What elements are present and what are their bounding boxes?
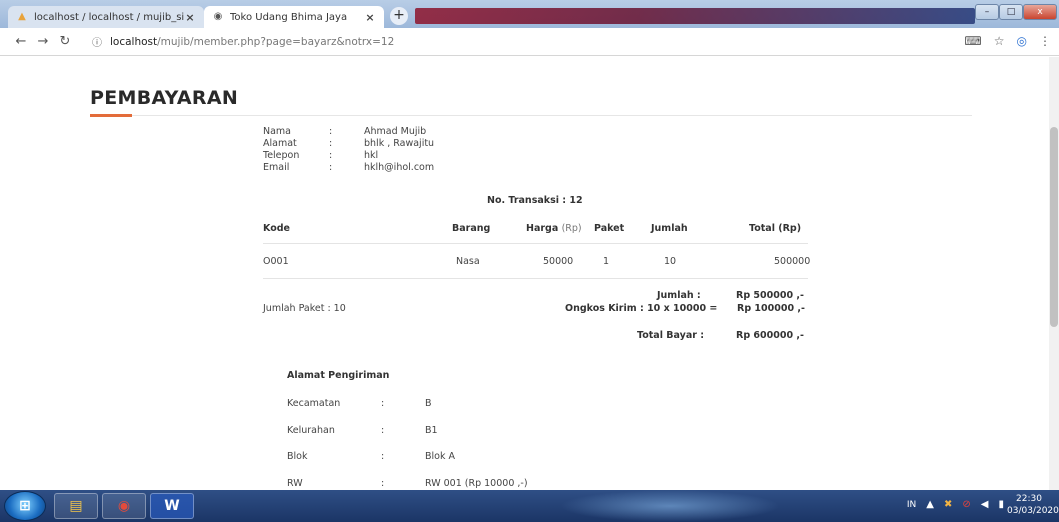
tab-label: Toko Udang Bhima Jaya — [230, 11, 348, 23]
taskbar: ⊞ ▤ ◉ W IN ▲ ✖ ⊘ ◀ ▮ 22:30 03/03/2020 — [0, 490, 1059, 522]
signal-icon[interactable]: ▮ — [998, 499, 1004, 510]
network-error-icon[interactable]: ⊘ — [962, 499, 970, 510]
browser-titlebar: ▲ localhost / localhost / mujib_si_1 × ◉… — [0, 0, 1059, 28]
maximize-button[interactable]: □ — [999, 4, 1023, 20]
shipping-title: Alamat Pengiriman — [287, 370, 390, 381]
start-button[interactable]: ⊞ — [4, 491, 46, 521]
reload-button[interactable]: ↻ — [54, 34, 76, 49]
shipping-label: RW — [287, 478, 303, 489]
ongkir-label: Ongkos Kirim : 10 x 10000 = — [565, 303, 718, 314]
close-tab-icon[interactable]: × — [364, 11, 376, 24]
transaction-number: No. Transaksi : 12 — [487, 195, 583, 206]
shipping-sep: : — [381, 398, 385, 409]
row-paket: 1 — [603, 256, 610, 267]
browser-toolbar: ← → ↻ ⓘ localhost/mujib/member.php?page=… — [0, 28, 1059, 56]
total-bayar-label: Total Bayar : — [637, 330, 705, 341]
table-divider — [263, 278, 808, 279]
customer-row-telepon: Telepon : hkl — [263, 150, 379, 161]
jumlah-value: Rp 500000 ,- — [736, 290, 804, 301]
shipping-value: B1 — [425, 425, 438, 436]
shipping-value: B — [425, 398, 432, 409]
extension-icon[interactable]: ◎ — [1017, 34, 1027, 48]
shipping-sep: : — [381, 451, 385, 462]
shipping-sep: : — [381, 478, 385, 489]
table-divider — [263, 243, 808, 244]
translate-icon[interactable]: ⌨ — [964, 34, 981, 48]
customer-info: Nama : Ahmad Mujib Alamat : bhlk , Rawaj… — [263, 126, 434, 174]
new-tab-button[interactable]: + — [390, 7, 408, 25]
total-bayar-value: Rp 600000 ,- — [736, 330, 804, 341]
jumlah-paket: Jumlah Paket : 10 — [263, 303, 346, 314]
system-tray: IN ▲ ✖ ⊘ ◀ ▮ — [907, 499, 1004, 510]
header-barang: Barang — [452, 223, 491, 234]
customer-row-email: Email : hklh@ihol.com — [263, 162, 435, 173]
info-icon[interactable]: ⓘ — [92, 34, 102, 49]
row-barang: Nasa — [456, 256, 480, 267]
menu-icon[interactable]: ⋮ — [1039, 34, 1051, 48]
header-jumlah: Jumlah — [651, 223, 688, 234]
scrollbar-thumb[interactable] — [1050, 127, 1058, 327]
taskbar-explorer[interactable]: ▤ — [54, 493, 98, 519]
clock-date: 03/03/2020 — [1007, 506, 1059, 516]
folder-icon: ▤ — [69, 498, 83, 514]
row-jumlah: 10 — [664, 256, 677, 267]
title-divider — [132, 115, 972, 116]
url-host: localhost — [110, 35, 158, 48]
ongkir-value: Rp 100000 ,- — [737, 303, 805, 314]
page-scrollbar[interactable] — [1049, 57, 1059, 490]
taskbar-word[interactable]: W — [150, 493, 194, 519]
globe-icon: ◉ — [213, 11, 223, 22]
header-harga: Harga (Rp) — [526, 223, 582, 234]
address-bar[interactable]: localhost/mujib/member.php?page=bayarz&n… — [110, 36, 394, 48]
page-title: PEMBAYARAN — [90, 87, 239, 109]
clock-time: 22:30 — [1016, 494, 1042, 504]
tab-label: localhost / localhost / mujib_si_1 — [34, 11, 184, 23]
toolbar-actions: ⌨ ☆ ◎ ⋮ — [964, 34, 1051, 48]
page-content: PEMBAYARAN Nama : Ahmad Mujib Alamat : b… — [0, 57, 1059, 490]
chrome-icon: ◉ — [117, 498, 131, 514]
taskbar-chrome[interactable]: ◉ — [102, 493, 146, 519]
tab-phpmyadmin[interactable]: ▲ localhost / localhost / mujib_si_1 × — [8, 6, 204, 28]
customer-row-nama: Nama : Ahmad Mujib — [263, 126, 427, 137]
shipping-value: RW 001 (Rp 10000 ,-) — [425, 478, 528, 489]
header-kode: Kode — [263, 223, 290, 234]
taskbar-clock[interactable]: 22:30 03/03/2020 — [1007, 493, 1059, 517]
row-total: 500000 — [774, 256, 811, 267]
shipping-label: Blok — [287, 451, 308, 462]
close-window-button[interactable]: x — [1023, 4, 1057, 20]
row-kode: O001 — [263, 256, 289, 267]
forward-button[interactable]: → — [32, 34, 54, 49]
back-button[interactable]: ← — [10, 34, 32, 49]
phpmyadmin-icon: ▲ — [18, 11, 26, 22]
shipping-value: Blok A — [425, 451, 455, 462]
word-icon: W — [164, 498, 180, 514]
tab-toko-udang[interactable]: ◉ Toko Udang Bhima Jaya × — [204, 6, 384, 28]
jumlah-label: Jumlah : — [657, 290, 701, 301]
bookmark-star-icon[interactable]: ☆ — [994, 34, 1005, 48]
titlebar-background — [415, 8, 975, 24]
customer-row-alamat: Alamat : bhlk , Rawajitu — [263, 138, 435, 149]
row-harga: 50000 — [543, 256, 574, 267]
language-indicator[interactable]: IN — [907, 500, 916, 510]
action-center-icon[interactable]: ✖ — [944, 499, 952, 510]
close-tab-icon[interactable]: × — [184, 11, 196, 24]
header-paket: Paket — [594, 223, 625, 234]
header-total: Total (Rp) — [749, 223, 802, 234]
shipping-label: Kecamatan — [287, 398, 341, 409]
shipping-sep: : — [381, 425, 385, 436]
windows-logo-icon: ⊞ — [19, 498, 31, 514]
show-hidden-icons-icon[interactable]: ▲ — [926, 499, 934, 510]
shipping-label: Kelurahan — [287, 425, 335, 436]
taskbar-glow — [560, 490, 780, 522]
title-underline — [90, 114, 132, 117]
url-path: /mujib/member.php?page=bayarz&notrx=12 — [157, 35, 395, 48]
minimize-button[interactable]: – — [975, 4, 999, 20]
volume-icon[interactable]: ◀ — [981, 499, 989, 510]
